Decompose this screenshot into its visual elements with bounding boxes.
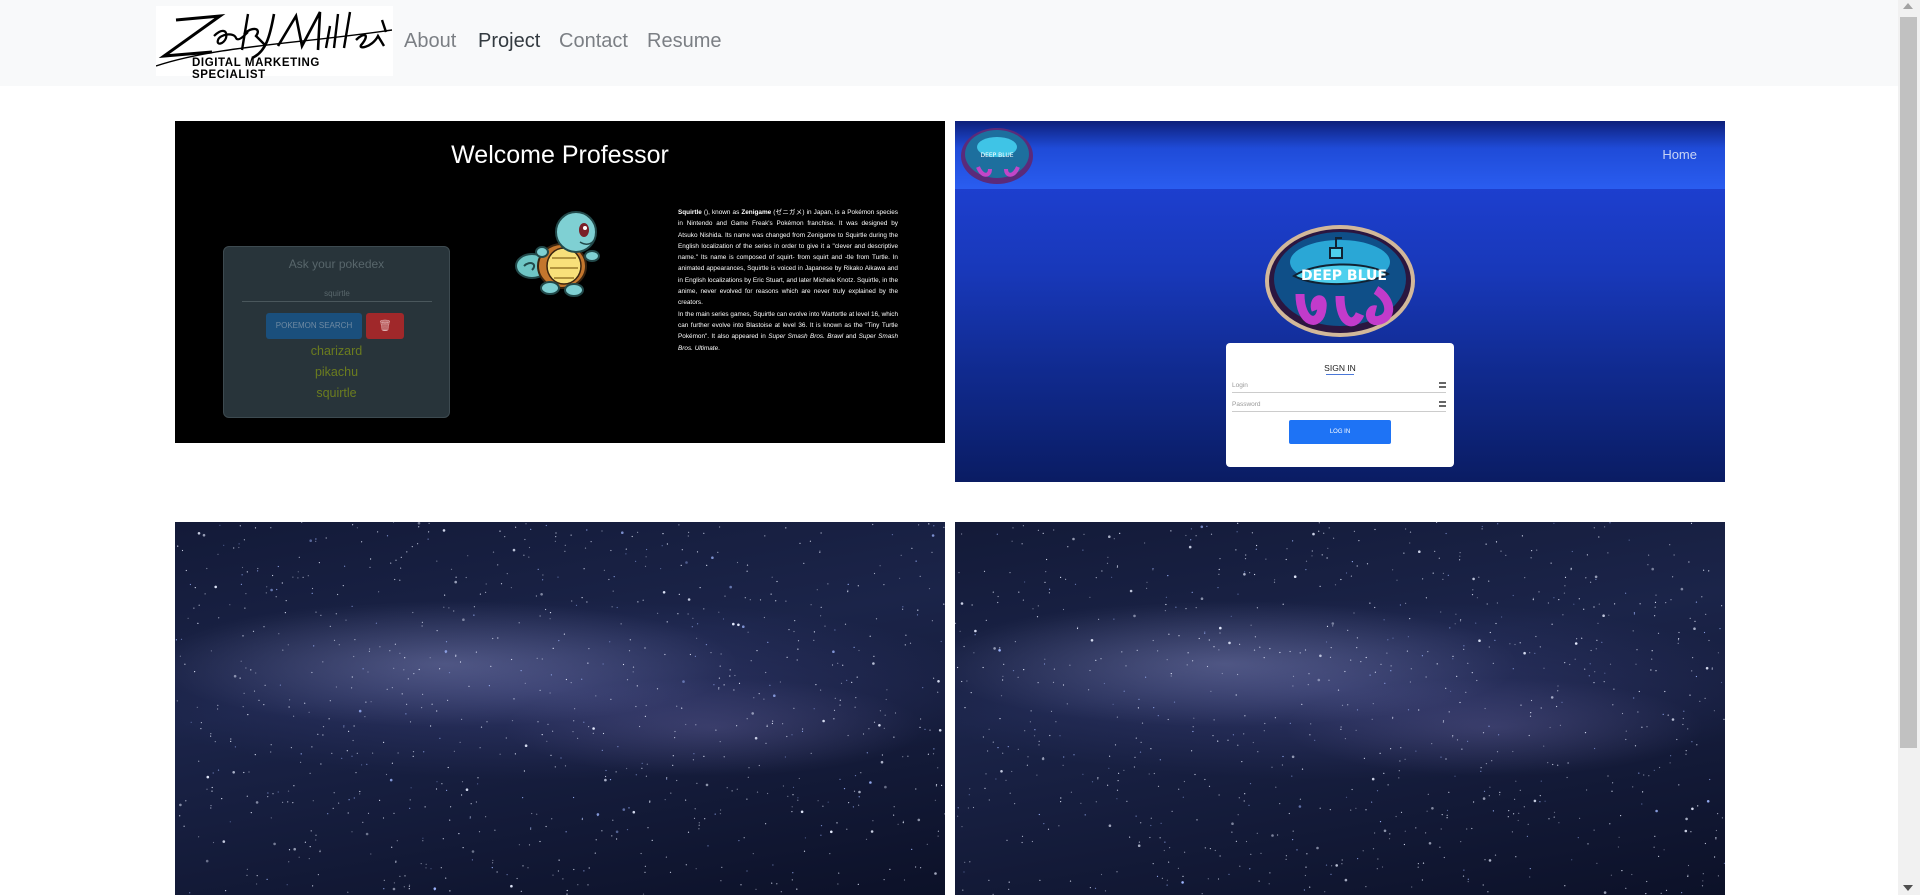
deep-blue-logo: DEEP BLUE [1265, 225, 1415, 337]
vertical-scrollbar[interactable] [1898, 0, 1920, 895]
deep-blue-navbar [955, 121, 1725, 189]
pokemon-search-button: POKEMON SEARCH [266, 313, 362, 339]
sign-in-title: SIGN IN [1226, 363, 1454, 375]
nav-link-project[interactable]: Project [478, 30, 540, 53]
starfield-image [955, 522, 1725, 895]
svg-text:DEEP BLUE: DEEP BLUE [980, 152, 1013, 159]
starfield-image [175, 522, 945, 895]
menu-icon [1439, 401, 1446, 407]
log-in-button: LOG IN [1289, 420, 1391, 444]
deep-blue-small-logo: DEEP BLUE [961, 128, 1033, 184]
pokedex-label: Ask your pokedex [288, 257, 385, 271]
project-card-starfield-2[interactable] [955, 522, 1725, 895]
squirtle-image [515, 211, 600, 297]
navbar: DIGITAL MARKETING SPECIALIST About Proje… [0, 0, 1898, 86]
brand-tagline: DIGITAL MARKETING SPECIALIST [192, 57, 320, 81]
scroll-up-arrow-icon[interactable] [1903, 3, 1913, 9]
project-card-deep-blue[interactable]: DEEP BLUE Home DEEP BLUE SIGN IN Login P… [955, 121, 1725, 482]
deep-blue-home-link: Home [1662, 147, 1697, 162]
brand-logo[interactable]: DIGITAL MARKETING SPECIALIST [156, 6, 393, 81]
nav-link-about[interactable]: About [404, 30, 456, 53]
trash-icon: 🗑 [366, 313, 404, 339]
history-item: charizard [310, 344, 363, 358]
sign-in-form: SIGN IN Login Password LOG IN [1226, 343, 1454, 467]
svg-text:DEEP BLUE: DEEP BLUE [1301, 268, 1387, 284]
history-item: pikachu [314, 365, 359, 379]
password-field: Password [1232, 399, 1446, 412]
project-card-starfield-1[interactable] [175, 522, 945, 895]
pokedex-panel: Ask your pokedex squirtle POKEMON SEARCH… [223, 246, 450, 418]
nav-link-resume[interactable]: Resume [647, 30, 721, 53]
pokemon-description: Squirtle (), known as Zenigame (ゼニガメ) in… [678, 209, 898, 352]
pokedex-title: Welcome Professor [451, 141, 669, 169]
scroll-down-arrow-icon[interactable] [1903, 885, 1913, 891]
menu-icon [1439, 382, 1446, 388]
login-field: Login [1232, 380, 1446, 393]
project-card-pokedex[interactable]: Welcome Professor Ask your pokedex squir… [175, 121, 945, 443]
scrollbar-thumb[interactable] [1900, 17, 1917, 748]
pokedex-search-input: squirtle [242, 287, 432, 302]
nav-link-contact[interactable]: Contact [559, 30, 628, 53]
history-item: squirtle [316, 386, 357, 400]
